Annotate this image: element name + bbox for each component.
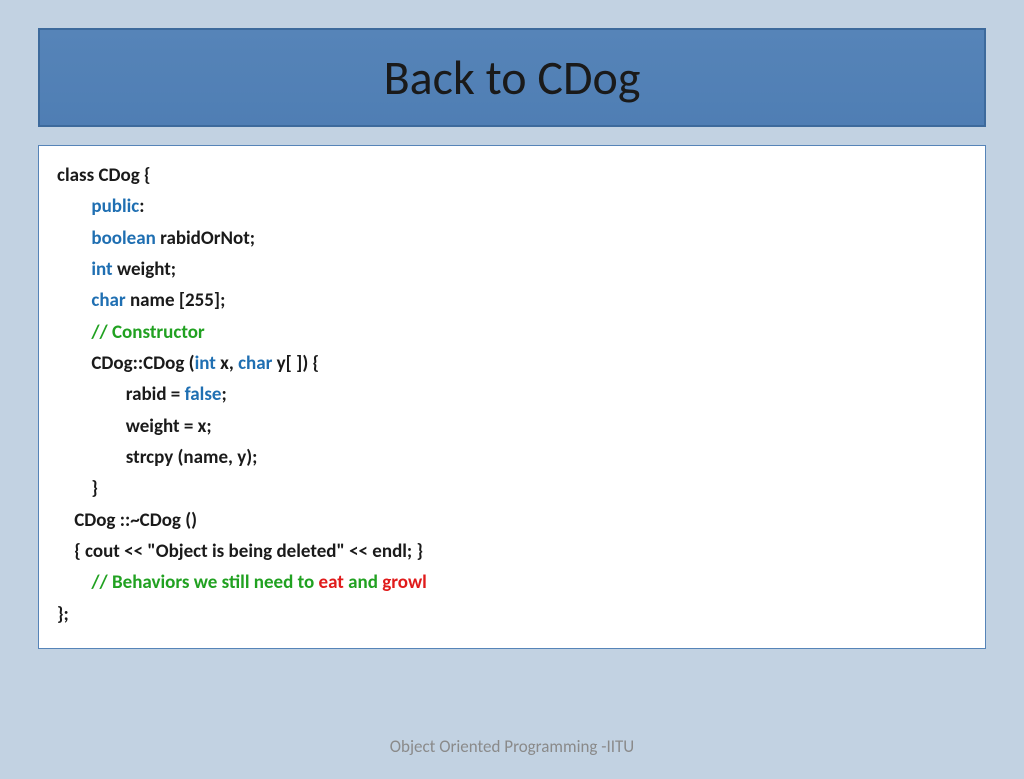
keyword-false: false bbox=[185, 383, 222, 406]
keyword-char: char bbox=[91, 289, 125, 312]
code-text: y[ ]) { bbox=[272, 352, 319, 375]
keyword-boolean: boolean bbox=[91, 227, 155, 250]
code-line: class CDog { bbox=[57, 164, 151, 187]
keyword-char: char bbox=[238, 352, 272, 375]
code-text: }; bbox=[57, 603, 69, 626]
code-text: CDog::CDog ( bbox=[91, 352, 194, 375]
code-content: class CDog { public: boolean rabidOrNot;… bbox=[57, 160, 967, 630]
code-text: rabid = bbox=[126, 383, 185, 406]
keyword-eat: eat bbox=[319, 571, 344, 594]
comment: // Constructor bbox=[91, 321, 204, 344]
code-text: : bbox=[139, 195, 144, 218]
code-text: { cout << "Object is being deleted" << e… bbox=[74, 540, 423, 563]
code-text: x, bbox=[216, 352, 238, 375]
code-block: class CDog { public: boolean rabidOrNot;… bbox=[38, 145, 986, 649]
code-text: name [255]; bbox=[126, 289, 226, 312]
keyword-int: int bbox=[91, 258, 112, 281]
comment: // Behaviors we still need to bbox=[91, 571, 318, 594]
code-text: weight = x; bbox=[126, 415, 212, 438]
code-text: weight; bbox=[113, 258, 176, 281]
slide-title: Back to CDog bbox=[40, 48, 984, 107]
code-text: ; bbox=[221, 383, 226, 406]
comment: and bbox=[344, 571, 382, 594]
code-text: CDog ::~CDog () bbox=[74, 509, 197, 532]
keyword-public: public bbox=[91, 195, 139, 218]
slide-title-bar: Back to CDog bbox=[38, 28, 986, 127]
keyword-int: int bbox=[195, 352, 216, 375]
keyword-growl: growl bbox=[382, 571, 427, 594]
code-text: strcpy (name, y); bbox=[126, 446, 258, 469]
footer-text: Object Oriented Programming -IITU bbox=[0, 708, 1024, 779]
code-text: } bbox=[91, 477, 98, 500]
code-text: rabidOrNot; bbox=[156, 227, 255, 250]
